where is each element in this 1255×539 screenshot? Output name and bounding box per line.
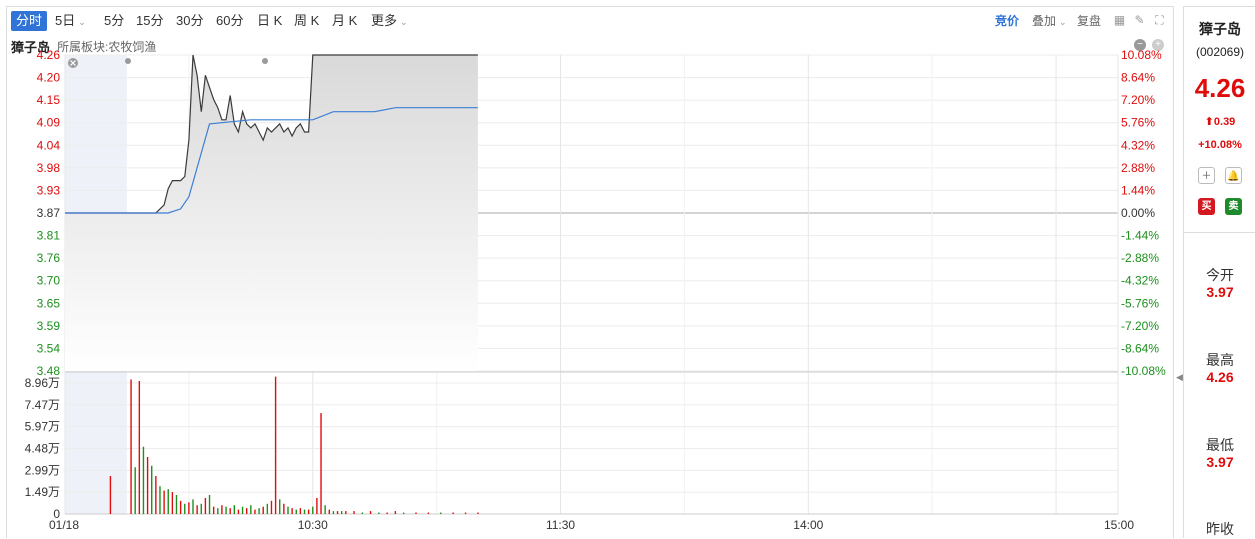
price-tick-label: 4.20 [37, 71, 61, 85]
price-tick-label: 3.54 [37, 341, 61, 355]
volume-tick-label: 5.97万 [25, 420, 60, 434]
volume-tick-label: 1.49万 [25, 485, 60, 499]
buy-button[interactable]: 买 [1198, 198, 1215, 215]
price-tick-label: 4.09 [37, 116, 61, 130]
x-tick-label: 01/18 [49, 518, 79, 531]
price-tick-label: 4.04 [37, 138, 61, 152]
price-tick-label: 3.70 [37, 274, 61, 288]
percent-tick-label: -1.44% [1121, 229, 1159, 243]
percent-tick-label: 10.08% [1121, 48, 1162, 62]
percent-tick-label: -5.76% [1121, 296, 1159, 310]
high-label: 最高 [1206, 352, 1234, 368]
x-tick-label: 10:30 [298, 518, 328, 531]
volume-tick-label: 4.48万 [25, 442, 60, 456]
intraday-chart[interactable]: 4.26 10.08% 4.20 8.64% 4.15 7.20% 4.09 5.76% 4.0… [7, 7, 1173, 531]
high-value: 4.26 [1206, 369, 1234, 385]
event-marker [262, 58, 268, 64]
open-value: 3.97 [1206, 284, 1234, 300]
x-tick-label: 14:00 [793, 518, 823, 531]
low-value: 3.97 [1206, 454, 1234, 470]
price-tick-label: 4.26 [37, 48, 61, 62]
price-change: ⬆0.39 [1184, 115, 1255, 128]
sidebar-divider [1184, 232, 1255, 233]
last-price: 4.26 [1194, 73, 1246, 103]
x-tick-label: 11:30 [546, 518, 575, 531]
percent-tick-label: -10.08% [1121, 364, 1166, 378]
volume-tick-label: 8.96万 [25, 376, 60, 390]
sidebar-stock-name: 獐子岛 [1199, 21, 1241, 37]
percent-tick-label: 2.88% [1121, 161, 1155, 175]
percent-tick-label: -4.32% [1121, 274, 1159, 288]
price-tick-label: 3.59 [37, 319, 61, 333]
price-tick-label: 3.98 [37, 161, 61, 175]
add-watchlist-button[interactable]: ＋ [1198, 167, 1215, 184]
stock-code: (002069) [1195, 45, 1245, 59]
price-change-pct: +10.08% [1198, 139, 1242, 151]
volume-tick-label: 2.99万 [25, 463, 60, 477]
price-tick-label: 3.93 [37, 183, 61, 197]
percent-tick-label: 0.00% [1121, 206, 1155, 220]
price-tick-label: 4.15 [37, 93, 61, 107]
low-label: 最低 [1206, 437, 1234, 453]
percent-tick-label: -8.64% [1121, 341, 1159, 355]
collapse-sidebar-icon[interactable]: ◀ [1176, 372, 1183, 383]
percent-tick-label: -7.20% [1121, 319, 1159, 333]
percent-tick-label: 4.32% [1121, 138, 1155, 152]
open-label: 今开 [1206, 267, 1234, 283]
percent-tick-label: 7.20% [1121, 93, 1155, 107]
percent-tick-label: -2.88% [1121, 251, 1159, 265]
sell-button[interactable]: 卖 [1225, 198, 1242, 215]
volume-tick-label: 7.47万 [25, 398, 60, 412]
prev-close-label: 昨收 [1206, 521, 1234, 537]
quote-sidebar: 獐子岛 (002069) 4.26 ⬆0.39 +10.08% ＋ 🔔 买 卖 … [1183, 6, 1255, 538]
event-marker [125, 58, 131, 64]
percent-tick-label: 8.64% [1121, 71, 1155, 85]
price-tick-label: 3.76 [37, 251, 61, 265]
price-tick-label: 3.81 [37, 229, 61, 243]
price-tick-label: 3.87 [37, 206, 61, 220]
price-tick-label: 3.65 [37, 296, 61, 310]
percent-tick-label: 5.76% [1121, 116, 1155, 130]
arrow-up-icon: ⬆ [1204, 116, 1214, 128]
percent-tick-label: 1.44% [1121, 183, 1155, 197]
chart-frame: 分时 5日 ⌄ 5分 15分 30分 60分 日 K 周 K 月 K 更多 ⌄ 竞价… [6, 6, 1174, 538]
price-change-value: 0.39 [1213, 116, 1236, 128]
x-tick-label: 15:00 [1104, 518, 1134, 531]
bell-icon[interactable]: 🔔 [1225, 167, 1242, 184]
